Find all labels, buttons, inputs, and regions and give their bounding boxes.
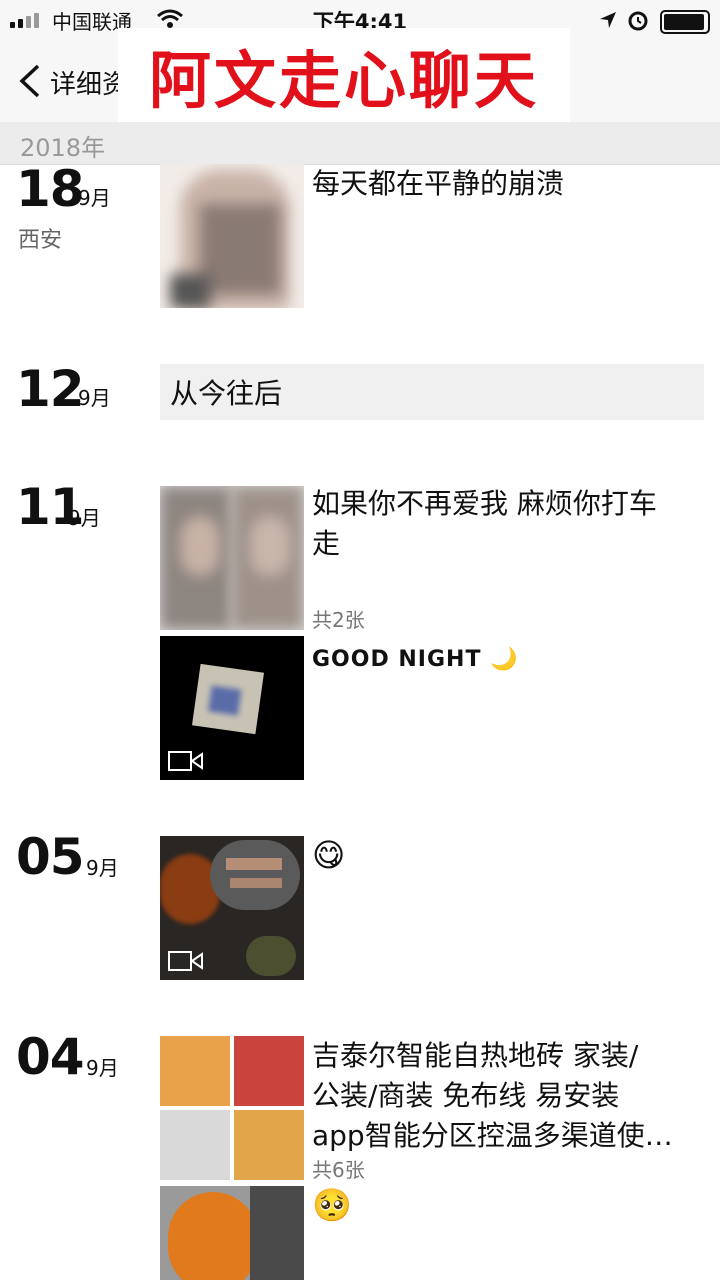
post-text[interactable]: 吉泰尔智能自热地砖 家装/ 公装/商装 免布线 易安装 app智能分区控温多渠道…	[312, 1036, 712, 1156]
post-text[interactable]: 每天都在平静的崩溃	[312, 164, 712, 204]
grid-image	[234, 1036, 304, 1106]
video-frame	[191, 663, 265, 735]
date-month: 9月	[78, 186, 111, 210]
date-day: 18	[16, 160, 85, 218]
date-month: 9月	[78, 386, 111, 410]
grid-image	[234, 1110, 304, 1180]
date-day: 04	[16, 1028, 85, 1086]
video-camera-icon	[168, 951, 203, 971]
post-text: 从今往后	[170, 377, 283, 410]
alarm-icon	[628, 11, 648, 31]
date-day: 12	[16, 360, 85, 418]
post-text-line: app智能分区控温多渠道使…	[312, 1119, 673, 1152]
post-thumbnail[interactable]	[160, 486, 304, 630]
side-dish	[246, 936, 296, 976]
post-thumbnail-grid[interactable]	[160, 1036, 304, 1180]
emoji-pleading[interactable]: 🥺	[312, 1186, 352, 1224]
post-text[interactable]: GOOD NIGHT 🌙	[312, 640, 712, 680]
grid-image	[160, 1110, 230, 1180]
photo-count: 共6张	[312, 1158, 365, 1182]
grid-image	[160, 1036, 230, 1106]
back-button-label[interactable]: 详细资	[50, 64, 128, 101]
emoji-yum[interactable]: 😋	[312, 836, 345, 874]
post-text-line: 如果你不再爱我 麻烦你打车	[312, 487, 657, 520]
text-post-card[interactable]: 从今往后	[160, 364, 704, 420]
date-day: 05	[16, 828, 85, 886]
location-arrow-icon	[600, 12, 616, 28]
post-text-line: 公装/商装 免布线 易安装	[312, 1079, 620, 1112]
location-label: 西安	[18, 228, 63, 253]
post-thumbnail[interactable]	[160, 1186, 304, 1280]
date-month: 9月	[86, 856, 119, 880]
video-camera-icon	[168, 751, 203, 771]
post-thumbnail[interactable]	[160, 164, 304, 308]
year-header-bar	[0, 122, 720, 165]
post-text-line: 吉泰尔智能自热地砖 家装/	[312, 1039, 639, 1072]
grill-pan	[210, 840, 300, 910]
date-month: 9月	[86, 1056, 119, 1080]
cat-figure	[168, 1192, 258, 1280]
back-chevron-icon[interactable]	[18, 64, 42, 98]
date-month: 9月	[68, 506, 101, 530]
post-text-line: 走	[312, 527, 341, 560]
post-text[interactable]: 如果你不再爱我 麻烦你打车 走	[312, 484, 712, 564]
overlay-title: 阿文走心聊天	[148, 44, 539, 117]
background-scene	[250, 1186, 304, 1280]
battery-icon	[660, 10, 710, 34]
video-thumbnail[interactable]	[160, 836, 304, 980]
photo-count: 共2张	[312, 608, 365, 632]
meat-slice	[230, 878, 282, 888]
video-thumbnail[interactable]	[160, 636, 304, 780]
year-header: 2018年	[20, 134, 106, 162]
meat-slice	[226, 858, 282, 870]
